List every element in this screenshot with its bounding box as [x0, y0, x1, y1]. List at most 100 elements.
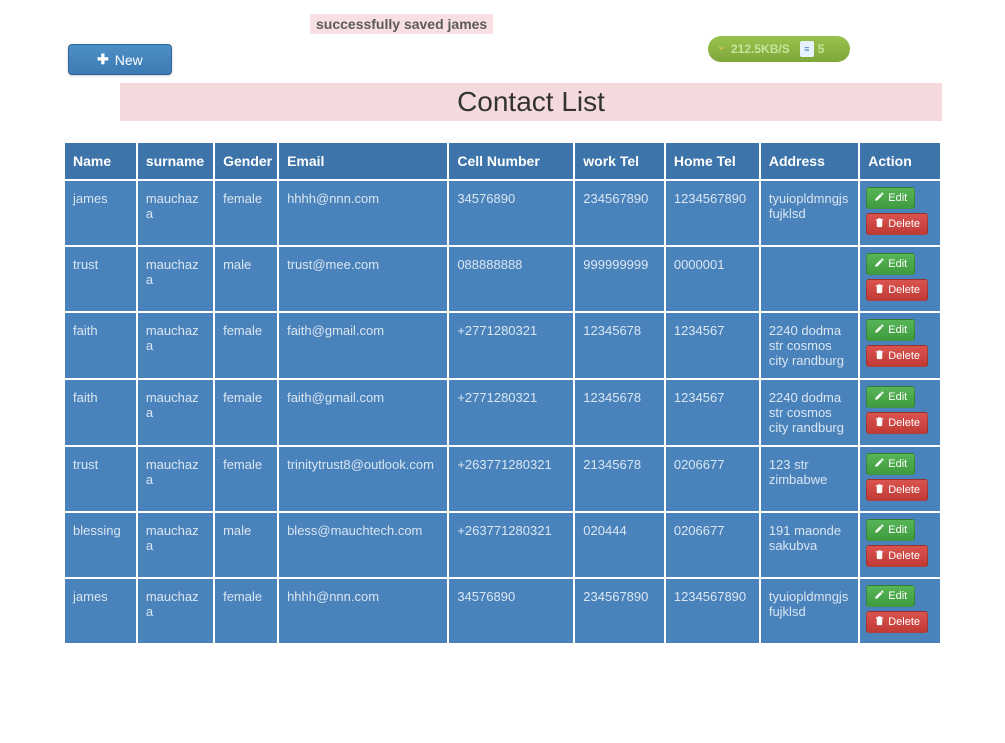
th-email: Email [279, 143, 447, 179]
cell-action: Edit Delete [860, 380, 940, 445]
edit-button-label: Edit [888, 458, 907, 470]
cell-gender: female [215, 447, 277, 511]
delete-button[interactable]: Delete [866, 412, 928, 434]
cell-email: trust@mee.com [279, 247, 447, 311]
cell-gender: female [215, 579, 277, 643]
edit-icon [874, 191, 885, 205]
cell-name: james [65, 181, 136, 245]
cell-action: Edit Delete [860, 579, 940, 643]
edit-button-label: Edit [888, 391, 907, 403]
table-row: faithmauchazafemalefaith@gmail.com+27712… [65, 380, 940, 445]
table-row: jamesmauchazafemalehhhh@nnn.com345768902… [65, 181, 940, 245]
trash-icon [874, 416, 885, 430]
edit-button[interactable]: Edit [866, 453, 915, 475]
status-count: 5 [818, 42, 825, 56]
cell-work: 234567890 [575, 181, 664, 245]
table-row: trustmauchazamaletrust@mee.com0888888889… [65, 247, 940, 311]
th-surname: surname [138, 143, 213, 179]
cell-surname: mauchaza [138, 181, 213, 245]
new-button[interactable]: ✚ New [68, 44, 172, 75]
edit-button-label: Edit [888, 590, 907, 602]
cell-surname: mauchaza [138, 513, 213, 577]
edit-button[interactable]: Edit [866, 253, 915, 275]
plus-icon: ✚ [97, 51, 109, 68]
contacts-table: Name surname Gender Email Cell Number wo… [63, 141, 942, 645]
cell-gender: female [215, 380, 277, 445]
cell-cell: 088888888 [449, 247, 573, 311]
cell-address: 123 str zimbabwe [761, 447, 858, 511]
edit-button-label: Edit [888, 324, 907, 336]
cell-work: 12345678 [575, 313, 664, 378]
edit-button[interactable]: Edit [866, 519, 915, 541]
cell-surname: mauchaza [138, 313, 213, 378]
cell-cell: +263771280321 [449, 447, 573, 511]
cell-home: 1234567 [666, 313, 759, 378]
delete-button-label: Delete [888, 484, 920, 496]
delete-button[interactable]: Delete [866, 279, 928, 301]
cell-name: james [65, 579, 136, 643]
edit-button[interactable]: Edit [866, 187, 915, 209]
delete-button[interactable]: Delete [866, 479, 928, 501]
page-title-band: Contact List [120, 83, 942, 121]
th-work: work Tel [575, 143, 664, 179]
th-address: Address [761, 143, 858, 179]
cell-home: 1234567 [666, 380, 759, 445]
cell-gender: male [215, 247, 277, 311]
delete-button-label: Delete [888, 350, 920, 362]
cell-email: hhhh@nnn.com [279, 181, 447, 245]
cell-email: faith@gmail.com [279, 380, 447, 445]
cell-gender: female [215, 181, 277, 245]
edit-icon [874, 323, 885, 337]
cell-name: faith [65, 313, 136, 378]
delete-button[interactable]: Delete [866, 345, 928, 367]
cell-address: 2240 dodma str cosmos city randburg [761, 313, 858, 378]
trash-icon [874, 217, 885, 231]
download-icon [716, 42, 727, 56]
cell-name: faith [65, 380, 136, 445]
th-action: Action [860, 143, 940, 179]
cell-action: Edit Delete [860, 513, 940, 577]
cell-gender: male [215, 513, 277, 577]
cell-work: 020444 [575, 513, 664, 577]
edit-icon [874, 589, 885, 603]
cell-name: blessing [65, 513, 136, 577]
delete-button[interactable]: Delete [866, 213, 928, 235]
edit-button[interactable]: Edit [866, 585, 915, 607]
cell-work: 234567890 [575, 579, 664, 643]
delete-button-label: Delete [888, 616, 920, 628]
cell-cell: 34576890 [449, 579, 573, 643]
cell-home: 0000001 [666, 247, 759, 311]
edit-icon [874, 390, 885, 404]
cell-surname: mauchaza [138, 247, 213, 311]
status-speed: 212.5KB/S [731, 42, 790, 56]
delete-button-label: Delete [888, 417, 920, 429]
trash-icon [874, 349, 885, 363]
delete-button-label: Delete [888, 550, 920, 562]
cell-name: trust [65, 247, 136, 311]
cell-gender: female [215, 313, 277, 378]
trash-icon [874, 483, 885, 497]
edit-icon [874, 457, 885, 471]
delete-button-label: Delete [888, 218, 920, 230]
cell-address: tyuiopldmngjsfujklsd [761, 579, 858, 643]
delete-button[interactable]: Delete [866, 545, 928, 567]
cell-address [761, 247, 858, 311]
cell-cell: 34576890 [449, 181, 573, 245]
network-status-pill: 212.5KB/S ≡ 5 [708, 36, 850, 62]
cell-email: bless@mauchtech.com [279, 513, 447, 577]
delete-button[interactable]: Delete [866, 611, 928, 633]
cell-address: 2240 dodma str cosmos city randburg [761, 380, 858, 445]
edit-icon [874, 257, 885, 271]
edit-button[interactable]: Edit [866, 386, 915, 408]
table-row: blessingmauchazamalebless@mauchtech.com+… [65, 513, 940, 577]
edit-button[interactable]: Edit [866, 319, 915, 341]
cell-home: 0206677 [666, 513, 759, 577]
cell-surname: mauchaza [138, 447, 213, 511]
th-cell: Cell Number [449, 143, 573, 179]
cell-work: 12345678 [575, 380, 664, 445]
cell-cell: +263771280321 [449, 513, 573, 577]
cell-cell: +2771280321 [449, 380, 573, 445]
cell-action: Edit Delete [860, 313, 940, 378]
cell-home: 1234567890 [666, 181, 759, 245]
document-icon: ≡ [800, 41, 814, 57]
